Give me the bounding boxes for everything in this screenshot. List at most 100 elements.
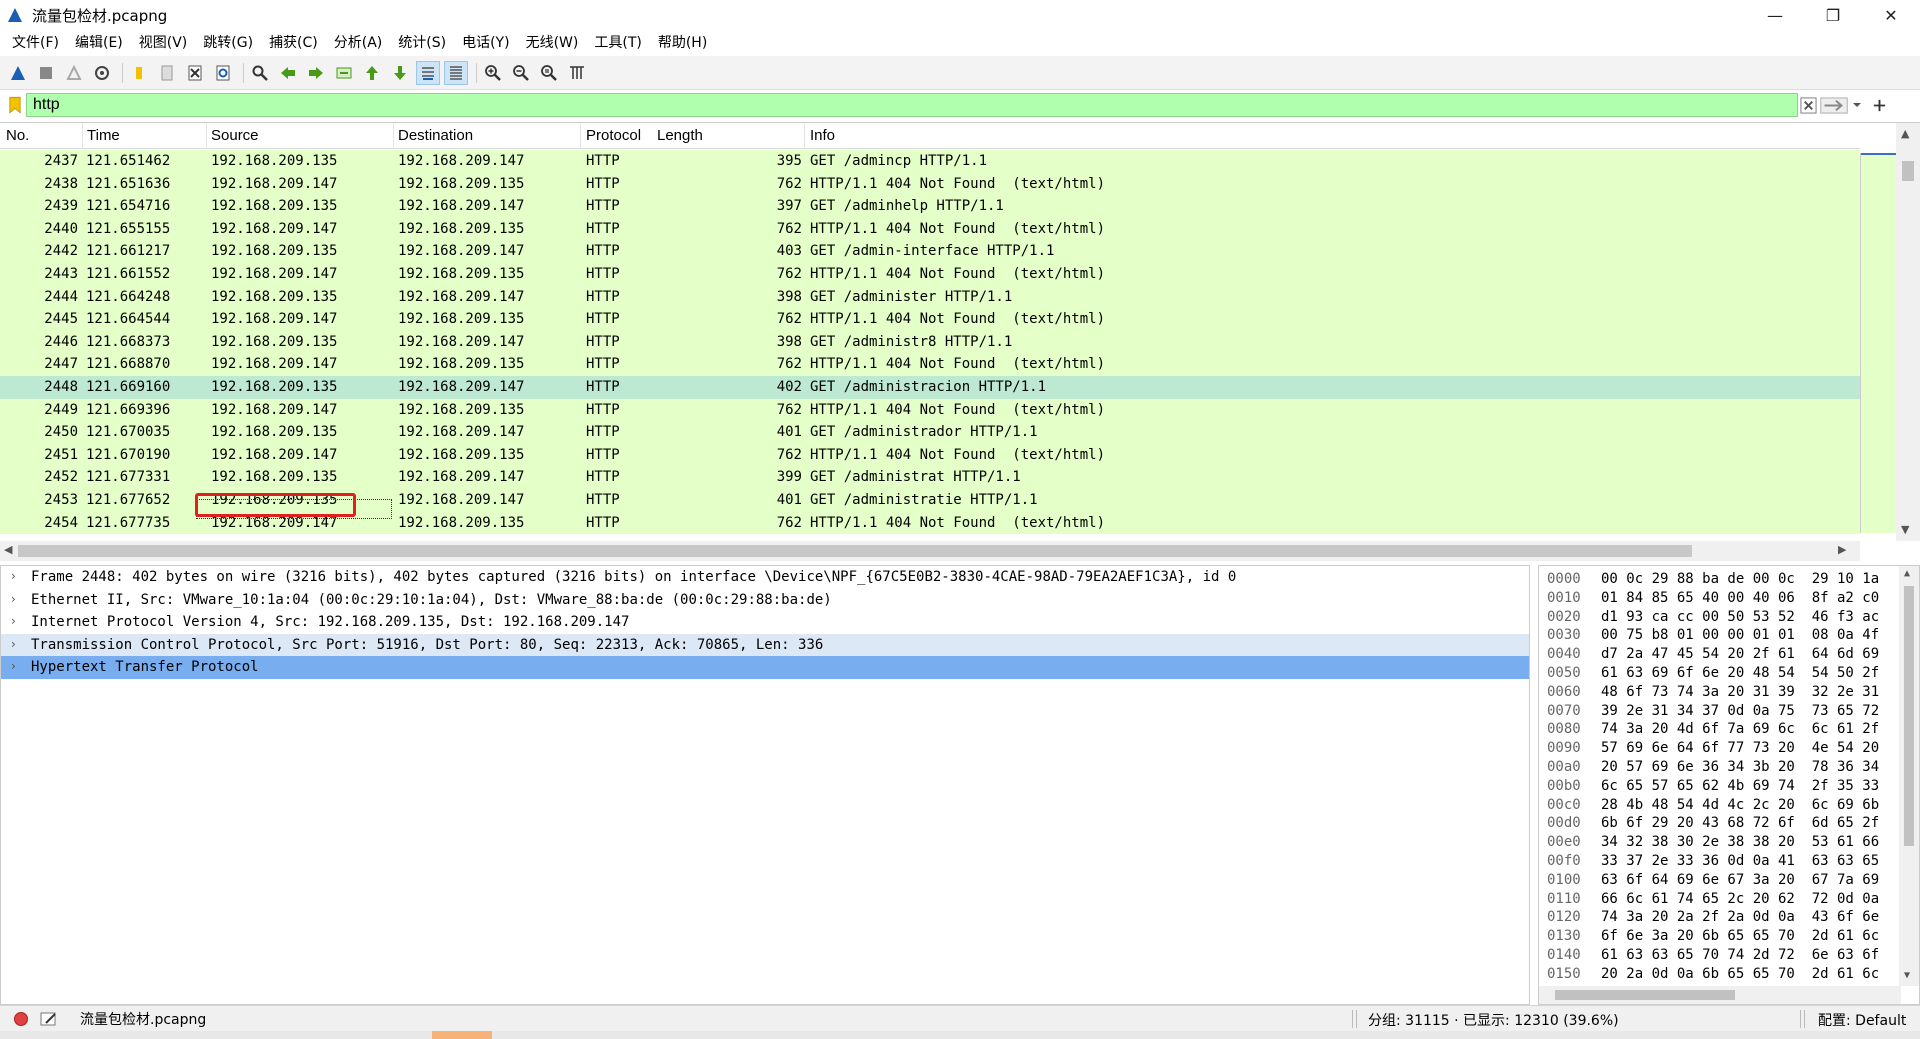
packet-bytes-pane[interactable]: 0000 00 0c 29 88 ba de 00 0c 29 10 1a 0010… xyxy=(1538,565,1920,1005)
close-button[interactable]: ✕ xyxy=(1862,0,1920,30)
zoom-out-icon[interactable] xyxy=(509,61,533,85)
bytes-hex[interactable]: 34 32 38 30 2e 38 38 20 53 61 66 xyxy=(1601,834,1879,850)
bookmark-icon[interactable] xyxy=(4,93,26,117)
bytes-hex[interactable]: 28 4b 48 54 4d 4c 2c 20 6c 69 6b xyxy=(1601,797,1879,813)
menu-telephony[interactable]: 电话(Y) xyxy=(454,32,517,52)
display-filter-input[interactable]: http xyxy=(26,93,1798,117)
menu-capture[interactable]: 捕获(C) xyxy=(261,32,326,52)
go-to-packet-icon[interactable] xyxy=(332,61,356,85)
auto-scroll-icon[interactable] xyxy=(416,60,440,85)
bytes-hex[interactable]: 61 63 63 65 70 74 2d 72 6e 63 6f xyxy=(1601,947,1879,963)
detail-tree-item[interactable]: › Transmission Control Protocol, Src Port… xyxy=(1,633,1529,656)
open-folder-icon[interactable] xyxy=(127,61,151,85)
maximize-button[interactable]: ❐ xyxy=(1804,0,1862,30)
expand-arrow-icon[interactable]: › xyxy=(11,569,16,583)
zoom-in-icon[interactable] xyxy=(481,61,505,85)
colorize-icon[interactable] xyxy=(444,60,468,85)
packet-row[interactable]: 2447 121.668870 192.168.209.147 192.168.209… xyxy=(0,353,1860,376)
packet-details-pane[interactable]: › Frame 2448: 402 bytes on wire (3216 bit… xyxy=(0,565,1530,1005)
last-packet-icon[interactable] xyxy=(388,61,412,85)
packet-list-horizontal-scrollbar[interactable]: ◀ ▶ xyxy=(0,541,1860,561)
bytes-hex[interactable]: 20 57 69 6e 36 34 3b 20 78 36 34 xyxy=(1601,759,1879,775)
expand-arrow-icon[interactable]: › xyxy=(11,614,16,628)
capture-options-icon[interactable] xyxy=(90,61,114,85)
menu-analyze[interactable]: 分析(A) xyxy=(326,32,391,52)
column-header-no[interactable]: No. xyxy=(6,127,29,144)
scrollbar-thumb[interactable] xyxy=(18,545,1692,557)
scrollbar-thumb[interactable] xyxy=(1555,990,1735,1000)
bytes-hex[interactable]: 6c 65 57 65 62 4b 69 74 2f 35 33 xyxy=(1601,778,1879,794)
packet-row[interactable]: 2443 121.661552 192.168.209.147 192.168.209… xyxy=(0,262,1860,286)
bytes-hex[interactable]: 20 2a 0d 0a 6b 65 65 70 2d 61 6c xyxy=(1601,966,1879,982)
menu-tools[interactable]: 工具(T) xyxy=(586,32,649,52)
bytes-hex[interactable]: 74 3a 20 2a 2f 2a 0d 0a 43 6f 6e xyxy=(1601,909,1879,925)
column-header-length[interactable]: Length xyxy=(657,127,703,144)
packet-row[interactable]: 2449 121.669396 192.168.209.147 192.168.209… xyxy=(0,398,1860,422)
packet-row[interactable]: 2444 121.664248 192.168.209.135 192.168.209… xyxy=(0,285,1860,309)
first-packet-icon[interactable] xyxy=(360,61,384,85)
detail-tree-item[interactable]: › Frame 2448: 402 bytes on wire (3216 bit… xyxy=(1,566,1529,589)
bytes-hex[interactable]: 74 3a 20 4d 6f 7a 69 6c 6c 61 2f xyxy=(1601,721,1879,737)
bytes-hex[interactable]: 33 37 2e 33 36 0d 0a 41 63 63 65 xyxy=(1601,853,1879,869)
menu-help[interactable]: 帮助(H) xyxy=(650,32,715,52)
scroll-up-arrow-icon[interactable]: ▲ xyxy=(1901,127,1909,140)
save-file-icon[interactable] xyxy=(155,61,179,85)
column-header-protocol[interactable]: Protocol xyxy=(586,127,641,144)
bytes-hex[interactable]: 63 6f 64 69 6e 67 3a 20 67 7a 69 xyxy=(1601,872,1879,888)
bytes-vertical-scrollbar[interactable]: ▲ ▼ xyxy=(1899,566,1919,986)
packet-row[interactable]: 2442 121.661217 192.168.209.135 192.168.209… xyxy=(0,240,1860,263)
scrollbar-thumb[interactable] xyxy=(1904,586,1914,846)
menu-wireless[interactable]: 无线(W) xyxy=(518,32,587,52)
packet-row[interactable]: 2452 121.677331 192.168.209.135 192.168.209… xyxy=(0,466,1860,489)
zoom-reset-icon[interactable] xyxy=(537,61,561,85)
shark-fin-start-icon[interactable] xyxy=(6,61,30,85)
bytes-hex[interactable]: 61 63 69 6f 6e 20 48 54 54 50 2f xyxy=(1601,665,1879,681)
expand-arrow-icon[interactable]: › xyxy=(11,637,16,651)
capture-comment-icon[interactable] xyxy=(40,1011,58,1027)
bytes-hex[interactable]: 01 84 85 65 40 00 40 06 8f a2 c0 xyxy=(1601,590,1879,606)
column-header-destination[interactable]: Destination xyxy=(398,127,473,144)
bytes-hex[interactable]: 00 75 b8 01 00 00 01 01 08 0a 4f xyxy=(1601,627,1879,643)
bytes-hex[interactable]: 6f 6e 3a 20 6b 65 65 70 2d 61 6c xyxy=(1601,928,1879,944)
bytes-hex[interactable]: 66 6c 61 74 65 2c 20 62 72 0d 0a xyxy=(1601,891,1879,907)
expand-arrow-icon[interactable]: › xyxy=(11,592,16,606)
menu-view[interactable]: 视图(V) xyxy=(131,32,196,52)
packet-list-vertical-scrollbar[interactable]: ▲ ▼ xyxy=(1896,123,1920,541)
column-header-time[interactable]: Time xyxy=(87,127,120,144)
scroll-left-arrow-icon[interactable]: ◀ xyxy=(4,543,12,556)
expert-info-icon[interactable] xyxy=(14,1011,28,1026)
menu-statistics[interactable]: 统计(S) xyxy=(390,32,454,52)
menu-file[interactable]: 文件(F) xyxy=(4,32,67,52)
scroll-down-arrow-icon[interactable]: ▼ xyxy=(1904,970,1910,981)
apply-filter-icon[interactable] xyxy=(1819,94,1849,116)
menu-edit[interactable]: 编辑(E) xyxy=(67,32,131,52)
scroll-down-arrow-icon[interactable]: ▼ xyxy=(1901,523,1909,536)
bytes-hex[interactable]: 00 0c 29 88 ba de 00 0c 29 10 1a xyxy=(1601,571,1879,587)
packet-minimap[interactable] xyxy=(1860,153,1897,533)
packet-row[interactable]: 2439 121.654716 192.168.209.135 192.168.209… xyxy=(0,195,1860,218)
detail-tree-item[interactable]: › Hypertext Transfer Protocol xyxy=(1,656,1529,679)
status-profile[interactable]: 配置: Default xyxy=(1818,1010,1906,1030)
packet-row[interactable]: 2445 121.664544 192.168.209.147 192.168.209… xyxy=(0,308,1860,331)
restart-icon[interactable] xyxy=(62,61,86,85)
packet-row[interactable]: 2448 121.669160 192.168.209.135 192.168.209… xyxy=(0,375,1860,399)
packet-row[interactable]: 2450 121.670035 192.168.209.135 192.168.209… xyxy=(0,421,1860,444)
reload-icon[interactable] xyxy=(211,61,235,85)
forward-arrow-icon[interactable] xyxy=(304,61,328,85)
find-packet-icon[interactable] xyxy=(248,61,272,85)
detail-tree-item[interactable]: › Internet Protocol Version 4, Src: 192.1… xyxy=(1,611,1529,634)
bytes-hex[interactable]: 39 2e 31 34 37 0d 0a 75 73 65 72 xyxy=(1601,703,1879,719)
clear-filter-icon[interactable] xyxy=(1800,94,1817,116)
packet-list-pane[interactable]: No. Time Source Destination Protocol Len… xyxy=(0,122,1920,561)
scroll-right-arrow-icon[interactable]: ▶ xyxy=(1838,543,1846,556)
packet-row[interactable]: 2438 121.651636 192.168.209.147 192.168.209… xyxy=(0,172,1860,196)
packet-row[interactable]: 2451 121.670190 192.168.209.147 192.168.209… xyxy=(0,443,1860,467)
bytes-hex[interactable]: d7 2a 47 45 54 20 2f 61 64 6d 69 xyxy=(1601,646,1879,662)
add-filter-button-icon[interactable] xyxy=(1873,94,1886,116)
stop-icon[interactable] xyxy=(34,61,58,85)
scrollbar-thumb[interactable] xyxy=(1902,161,1914,181)
bytes-hex[interactable]: d1 93 ca cc 00 50 53 52 46 f3 ac xyxy=(1601,609,1879,625)
close-file-icon[interactable] xyxy=(183,61,207,85)
column-header-info[interactable]: Info xyxy=(810,127,835,144)
resize-columns-icon[interactable] xyxy=(565,61,589,85)
